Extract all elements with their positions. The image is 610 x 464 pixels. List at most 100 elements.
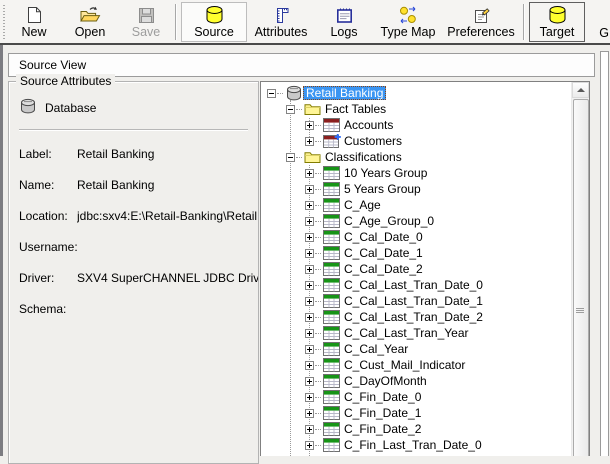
tree-node[interactable]: C_Fin_Last_Tran_Date_0 (261, 437, 572, 453)
tree-expander-icon[interactable] (305, 313, 314, 322)
tree-node[interactable]: C_Cal_Last_Tran_Year (261, 325, 572, 341)
tree-expander-icon[interactable] (305, 265, 314, 274)
attributes-button[interactable]: Attributes (247, 2, 315, 42)
tree-node[interactable]: C_Cal_Last_Tran_Date_1 (261, 293, 572, 309)
cut-off-button-label[interactable]: G (599, 26, 609, 40)
tree-node-label: Accounts (341, 118, 396, 132)
tree-expander-icon[interactable] (305, 425, 314, 434)
tree-node[interactable]: Classifications (261, 149, 572, 165)
tree-node[interactable]: C_Cal_Date_1 (261, 245, 572, 261)
tree-node[interactable]: C_Fin_Date_1 (261, 405, 572, 421)
name-value: Retail Banking (77, 176, 258, 194)
username-field: Username: (19, 238, 258, 256)
tree-node-label: C_Fin_Date_2 (341, 422, 424, 436)
open-button[interactable]: Open (65, 2, 115, 42)
label-field: Label: Retail Banking (19, 145, 258, 163)
tree-expander-icon[interactable] (286, 105, 295, 114)
tree-node[interactable]: C_Fin_Date_0 (261, 389, 572, 405)
tree-expander-icon[interactable] (305, 281, 314, 290)
tree-node[interactable]: C_Cal_Last_Tran_Date_2 (261, 309, 572, 325)
tree-node-label: 5 Years Group (341, 182, 424, 196)
tree-node-label: C_Cal_Last_Tran_Date_2 (341, 310, 486, 324)
tree-connector (315, 269, 321, 270)
tree-expander-icon[interactable] (305, 201, 314, 210)
tree-node[interactable]: Retail Banking (261, 85, 572, 101)
table-green-icon (322, 342, 341, 357)
toolbar-grip[interactable] (2, 5, 7, 39)
logs-button-label: Logs (330, 25, 357, 39)
tree-connector (315, 397, 321, 398)
scrollbar-thumb[interactable] (573, 99, 589, 456)
table-green-icon (322, 374, 341, 389)
preferences-button[interactable]: Preferences (443, 2, 519, 42)
folder-icon (303, 150, 322, 165)
tree-expander-icon[interactable] (305, 441, 314, 450)
target-button-label: Target (540, 25, 575, 39)
tree-expander-icon[interactable] (305, 137, 314, 146)
tree-expander-icon[interactable] (305, 409, 314, 418)
tree-connector (315, 205, 321, 206)
new-button[interactable]: New (9, 2, 59, 42)
tree-expander-icon[interactable] (305, 233, 314, 242)
tree-expander-icon[interactable] (267, 89, 276, 98)
tree-connector (315, 285, 321, 286)
content-area: Source View Source Attributes Database L… (0, 45, 610, 456)
tree-node[interactable]: C_Cal_Last_Tran_Date_0 (261, 277, 572, 293)
preferences-page-pencil-icon (473, 4, 490, 24)
label-value: Retail Banking (77, 145, 258, 163)
tree-node[interactable]: C_Cal_Date_0 (261, 229, 572, 245)
toolbar: New Open Save Source Attributes Logs (0, 0, 610, 45)
tree-node[interactable]: Accounts (261, 117, 572, 133)
tree-vertical-scrollbar[interactable] (571, 82, 589, 456)
tree-node-label: C_Cal_Date_0 (341, 230, 426, 244)
tree-expander-icon[interactable] (286, 153, 295, 162)
tree-expander-icon[interactable] (305, 377, 314, 386)
source-button[interactable]: Source (181, 2, 247, 42)
tree-node[interactable]: C_DayOfMonth (261, 373, 572, 389)
tree-rows: Retail Banking Fact Tables Accounts Cust… (261, 85, 572, 453)
open-button-label: Open (75, 25, 106, 39)
tree-connector (277, 93, 283, 94)
tree-node[interactable]: 10 Years Group (261, 165, 572, 181)
tree-node[interactable]: Customers (261, 133, 572, 149)
tree-expander-icon[interactable] (305, 297, 314, 306)
tree-node-label: C_Cal_Year (341, 342, 411, 356)
tree-expander-icon[interactable] (305, 121, 314, 130)
type-map-cycle-icon (398, 4, 418, 24)
tree-node[interactable]: 5 Years Group (261, 181, 572, 197)
tree-connector (315, 365, 321, 366)
type-map-button[interactable]: Type Map (373, 2, 443, 42)
target-button[interactable]: Target (529, 2, 585, 42)
tree-node[interactable]: C_Age (261, 197, 572, 213)
tree-expander-icon[interactable] (305, 185, 314, 194)
tree-connector (315, 125, 321, 126)
tree-expander-icon[interactable] (305, 329, 314, 338)
save-button[interactable]: Save (121, 2, 171, 42)
source-tree-panel: Retail Banking Fact Tables Accounts Cust… (260, 81, 590, 456)
tree-expander-icon[interactable] (305, 393, 314, 402)
tree-connector (315, 173, 321, 174)
tree-node[interactable]: C_Fin_Date_2 (261, 421, 572, 437)
tree-node[interactable]: C_Cust_Mail_Indicator (261, 357, 572, 373)
logs-button[interactable]: Logs (315, 2, 373, 42)
tree-expander-icon[interactable] (305, 169, 314, 178)
tree-expander-icon[interactable] (305, 361, 314, 370)
type-map-button-label: Type Map (381, 25, 436, 39)
schema-field: Schema: (19, 300, 258, 318)
table-green-icon (322, 278, 341, 293)
tree-node[interactable]: C_Cal_Date_2 (261, 261, 572, 277)
tree-node[interactable]: Fact Tables (261, 101, 572, 117)
tree-connector (315, 429, 321, 430)
table-green-icon (322, 214, 341, 229)
tree-connector (315, 317, 321, 318)
tree-expander-icon[interactable] (305, 345, 314, 354)
scrollbar-up-button[interactable] (572, 82, 589, 98)
tree-node-label: C_Fin_Last_Tran_Date_0 (341, 438, 485, 452)
window-right-scrollbar[interactable] (600, 51, 609, 456)
tree-expander-icon[interactable] (305, 249, 314, 258)
tree-connector (315, 349, 321, 350)
tree-expander-icon[interactable] (305, 217, 314, 226)
tree-node[interactable]: C_Cal_Year (261, 341, 572, 357)
tree-node[interactable]: C_Age_Group_0 (261, 213, 572, 229)
tree-node-label: C_Cal_Last_Tran_Date_1 (341, 294, 486, 308)
